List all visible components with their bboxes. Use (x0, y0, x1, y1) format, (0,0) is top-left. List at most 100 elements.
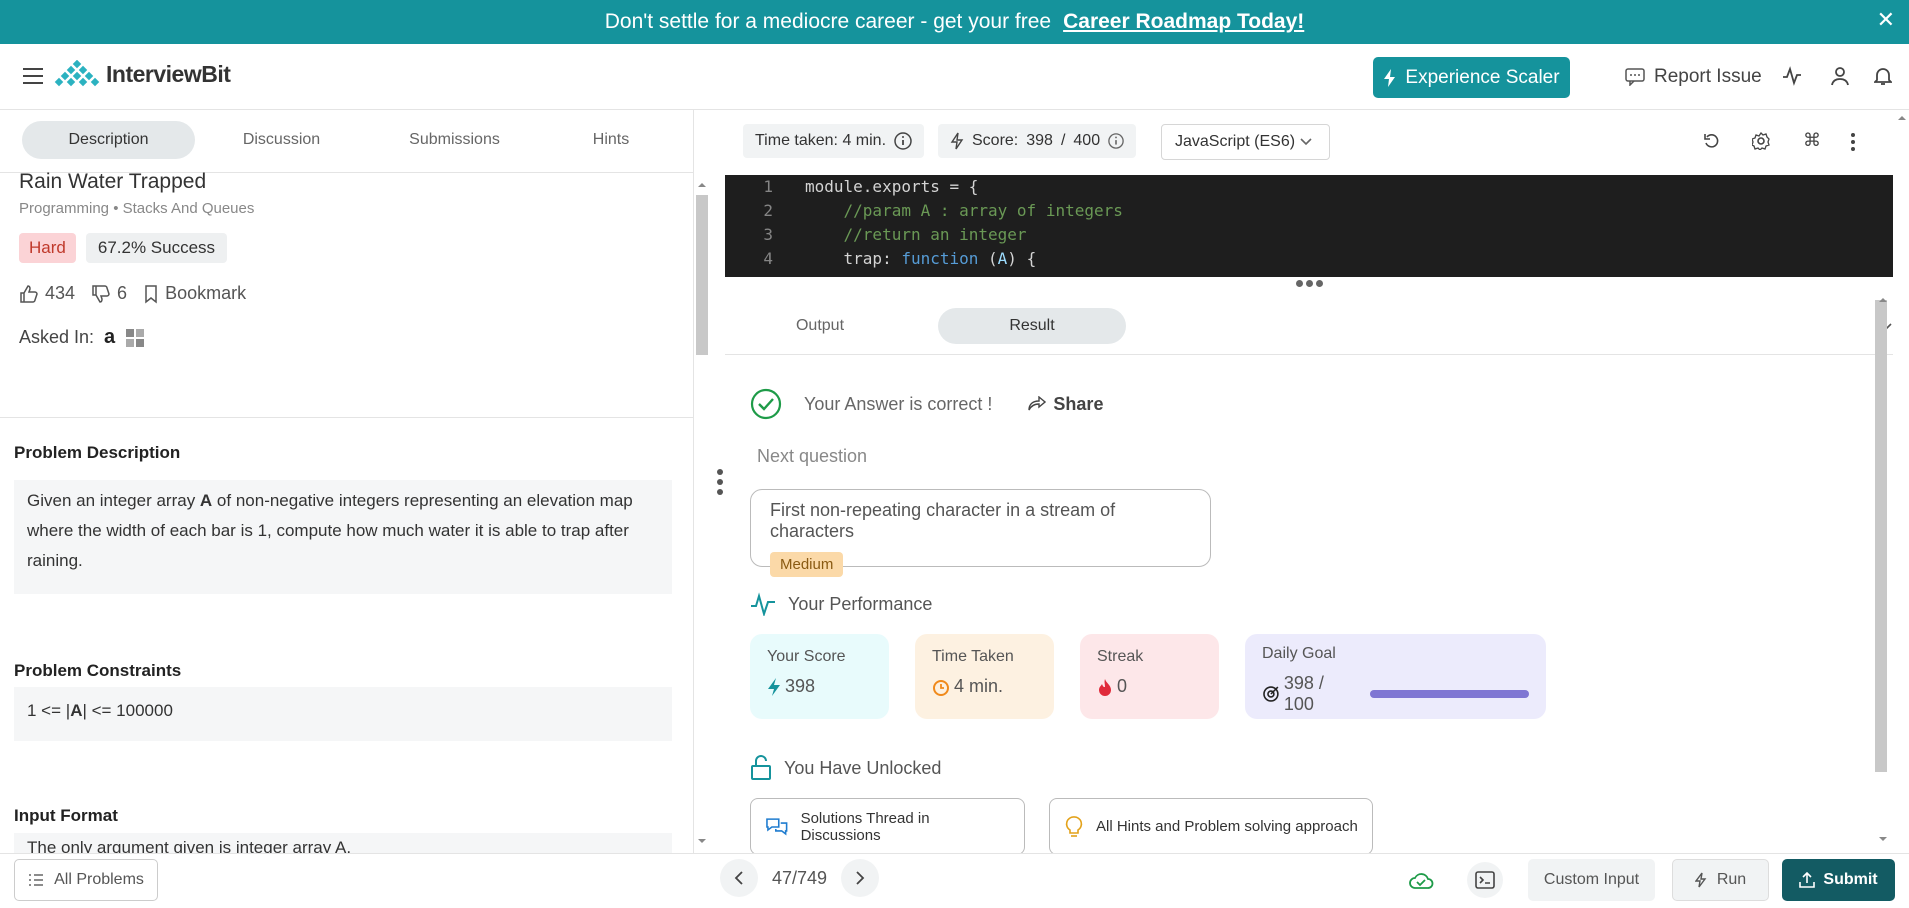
activity-icon[interactable] (1782, 66, 1802, 86)
console-terminal-icon[interactable] (1467, 862, 1503, 898)
editor-resize-handle-icon[interactable] (1296, 280, 1323, 287)
unlocked-heading: You Have Unlocked (750, 755, 941, 781)
report-icon (1625, 68, 1645, 86)
footer-bar: All Problems 47/749 Custom Input Run Sub… (0, 853, 1909, 908)
thumbs-down-icon (92, 284, 110, 303)
tab-description[interactable]: Description (22, 121, 195, 159)
problem-breadcrumb[interactable]: Programming • Stacks And Queues (19, 200, 679, 217)
streak-card: Streak 0 (1080, 634, 1219, 719)
prev-problem-button[interactable] (720, 859, 758, 897)
editor-panel: Time taken: 4 min. Score: 398 / 400 Java… (716, 110, 1909, 855)
scroll-down-icon[interactable] (1875, 834, 1891, 844)
custom-input-label: Custom Input (1543, 871, 1640, 888)
page-indicator: 47/749 (772, 867, 828, 888)
microsoft-logo-icon[interactable] (125, 328, 145, 348)
constraint-text-1: 1 <= | (27, 701, 71, 720)
time-card: Time Taken 4 min. (915, 634, 1054, 719)
scroll-up-icon[interactable] (694, 180, 710, 190)
dislike-button[interactable]: 6 (91, 283, 127, 304)
career-roadmap-link[interactable]: Career Roadmap Today! (1063, 10, 1304, 34)
time-card-value: 4 min. (954, 676, 1004, 696)
solutions-thread-button[interactable]: Solutions Thread in Discussions (750, 798, 1025, 855)
list-icon (29, 874, 44, 886)
problem-tabs: Description Discussion Submissions Hints (22, 120, 682, 160)
lightbulb-icon (1065, 815, 1083, 837)
right-scrollbar[interactable] (1872, 300, 1888, 845)
like-button[interactable]: 434 (19, 283, 75, 304)
streak-card-label: Streak (1097, 648, 1144, 665)
bookmark-button[interactable]: Bookmark (143, 283, 246, 304)
constraint-text-2: | <= 100000 (82, 701, 173, 720)
lightning-icon (1694, 872, 1707, 888)
divider (0, 417, 693, 418)
line-number: 2 (763, 201, 773, 220)
asked-in-label: Asked In: (19, 327, 95, 347)
shortcuts-command-icon[interactable]: ⌘ (1803, 130, 1821, 151)
report-issue-button[interactable]: Report Issue (1625, 66, 1762, 88)
upload-icon (1799, 872, 1816, 888)
all-hints-button[interactable]: All Hints and Problem solving approach (1049, 798, 1373, 855)
notification-bell-icon[interactable] (1874, 66, 1892, 86)
chevron-down-icon (1300, 138, 1312, 146)
code-line: //param A : array of integers (805, 201, 1123, 220)
amazon-logo-icon[interactable]: a (104, 326, 115, 349)
reset-code-icon[interactable] (1703, 132, 1721, 150)
next-question-card[interactable]: First non-repeating character in a strea… (750, 489, 1211, 577)
experience-scaler-button[interactable]: Experience Scaler (1373, 57, 1570, 98)
scroll-up-icon[interactable] (1875, 295, 1891, 305)
description-text-bold: A (199, 491, 213, 510)
custom-input-button[interactable]: Custom Input (1528, 859, 1655, 901)
tab-discussion[interactable]: Discussion (195, 121, 368, 159)
constraint-text-bold: A (70, 701, 83, 720)
info-icon[interactable] (894, 132, 912, 150)
dislike-count: 6 (117, 283, 128, 303)
top-nav: InterviewBit Experience Scaler Report Is… (0, 44, 1909, 110)
more-options-icon[interactable] (1850, 132, 1856, 152)
submit-button[interactable]: Submit (1782, 859, 1895, 901)
constraints-box: 1 <= |A| <= 100000 (14, 687, 672, 741)
input-format-heading: Input Format (14, 806, 118, 825)
success-rate-badge: 67.2% Success (85, 233, 228, 263)
code-editor[interactable]: 1 2 3 4 module.exports = { //param A : a… (725, 175, 1893, 277)
share-button[interactable]: Share (1028, 394, 1103, 415)
scroll-thumb[interactable] (1875, 300, 1887, 772)
tab-hints[interactable]: Hints (541, 121, 681, 159)
performance-title: Your Performance (788, 593, 933, 614)
score-card: Your Score 398 (750, 634, 889, 719)
score-value: 398 (1026, 132, 1053, 149)
experience-scaler-label: Experience Scaler (1405, 66, 1560, 88)
scroll-thumb[interactable] (696, 195, 708, 355)
tab-submissions[interactable]: Submissions (368, 121, 541, 159)
line-number: 3 (763, 225, 773, 244)
goal-card-label: Daily Goal (1262, 645, 1336, 662)
chevron-right-icon (856, 871, 865, 885)
left-scrollbar[interactable] (694, 178, 710, 846)
score-card-value: 398 (785, 676, 816, 696)
share-label: Share (1053, 393, 1104, 414)
flame-icon (1099, 678, 1111, 696)
menu-icon[interactable] (22, 66, 44, 86)
scroll-up-icon[interactable] (1894, 113, 1909, 123)
interviewbit-logo[interactable]: InterviewBit (54, 60, 231, 88)
info-icon[interactable] (1108, 133, 1124, 149)
input-format-box: The only argument given is integer array… (14, 833, 672, 853)
chat-bubbles-icon (766, 817, 788, 835)
score-label: Score: (972, 132, 1019, 149)
cloud-saved-icon[interactable] (1408, 869, 1434, 891)
tab-output[interactable]: Output (775, 308, 865, 344)
settings-gear-icon[interactable] (1752, 132, 1770, 150)
close-banner-icon[interactable]: ✕ (1877, 7, 1895, 33)
unlocked-title: You Have Unlocked (784, 757, 942, 778)
all-problems-button[interactable]: All Problems (14, 859, 158, 901)
run-button[interactable]: Run (1672, 859, 1769, 901)
next-problem-button[interactable] (841, 859, 880, 897)
tab-result[interactable]: Result (938, 308, 1126, 344)
scroll-down-icon[interactable] (694, 836, 710, 846)
score-separator: / (1060, 132, 1066, 149)
profile-icon[interactable] (1830, 66, 1850, 86)
goal-progress-track (1370, 690, 1530, 698)
unlock-icon (751, 755, 771, 780)
run-label: Run (1716, 871, 1747, 888)
language-select[interactable]: JavaScript (ES6) (1161, 124, 1330, 160)
logo-icon (54, 60, 100, 87)
